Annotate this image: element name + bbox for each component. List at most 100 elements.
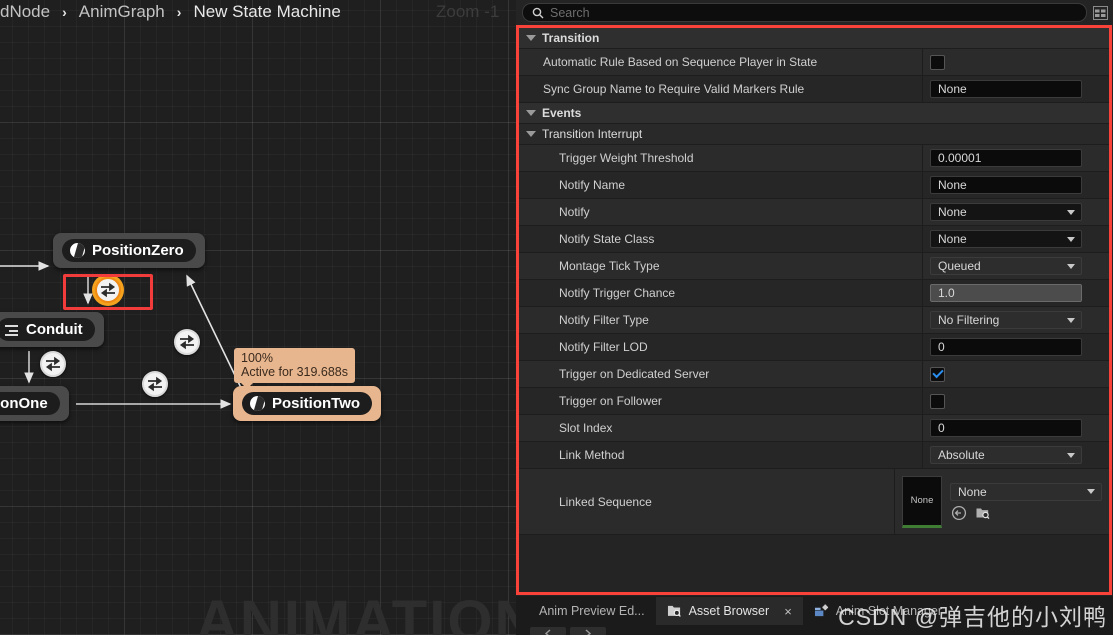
close-icon[interactable]: × xyxy=(784,604,792,619)
breadcrumb-item-1[interactable]: AnimGraph xyxy=(79,2,165,22)
property-label: Notify Trigger Chance xyxy=(519,280,923,306)
tooltip-status: Active for 319.688s xyxy=(241,365,349,379)
transition-icon[interactable] xyxy=(174,329,200,355)
breadcrumb-separator: › xyxy=(176,4,182,20)
tab-anim-preview-editor[interactable]: Anim Preview Ed... xyxy=(528,597,656,625)
property-row-link-method[interactable]: Link Method Absolute xyxy=(519,442,1110,469)
property-label: Automatic Rule Based on Sequence Player … xyxy=(519,49,923,75)
property-row-trigger-weight-threshold[interactable]: Trigger Weight Threshold 0.00001 xyxy=(519,145,1110,172)
breadcrumb-item-2[interactable]: New State Machine xyxy=(193,2,340,22)
breadcrumb-item-0[interactable]: dNode xyxy=(0,2,50,22)
search-input[interactable]: Search xyxy=(522,3,1087,22)
notify-filter-lod-field[interactable]: 0 xyxy=(930,338,1082,356)
state-node-position-two[interactable]: PositionTwo xyxy=(233,386,382,421)
property-label: Trigger on Dedicated Server xyxy=(519,361,923,387)
category-label: Transition Interrupt xyxy=(542,127,643,141)
notify-trigger-chance-field[interactable]: 1.0 xyxy=(930,284,1082,302)
property-row-notify-state-class[interactable]: Notify State Class None xyxy=(519,226,1110,253)
overlay-watermark: CSDN @弹吉他的小刘鸭 xyxy=(838,604,1107,630)
montage-tick-type-value: Queued xyxy=(938,259,981,273)
chevron-down-icon xyxy=(1067,263,1075,269)
details-panel: Search Transition Automatic Rule Based o xyxy=(516,0,1113,635)
transition-icon[interactable] xyxy=(40,351,66,377)
state-node-position-one[interactable]: tionOne xyxy=(0,386,69,421)
property-label: Notify Filter Type xyxy=(519,307,923,333)
transition-icon[interactable] xyxy=(142,371,168,397)
chevron-down-icon xyxy=(526,131,536,137)
notify-state-class-value: None xyxy=(938,232,967,246)
link-method-value: Absolute xyxy=(938,448,985,462)
tooltip-percent: 100% xyxy=(241,351,273,365)
property-row-notify[interactable]: Notify None xyxy=(519,199,1110,226)
trigger-on-dedicated-server-checkbox[interactable] xyxy=(930,366,945,382)
property-row-trigger-on-dedicated-server[interactable]: Trigger on Dedicated Server xyxy=(519,361,1110,388)
property-row-automatic-rule[interactable]: Automatic Rule Based on Sequence Player … xyxy=(519,49,1110,76)
use-selected-asset-icon[interactable] xyxy=(951,505,967,521)
category-label: Events xyxy=(542,106,582,120)
property-row-slot-index[interactable]: Slot Index 0 xyxy=(519,415,1110,442)
property-label: Slot Index xyxy=(519,415,923,441)
notify-filter-type-dropdown[interactable]: No Filtering xyxy=(930,311,1082,329)
state-node-label: PositionTwo xyxy=(272,395,361,412)
tab-asset-browser[interactable]: Asset Browser × xyxy=(655,597,803,625)
slot-index-field[interactable]: 0 xyxy=(930,419,1082,437)
chevron-right-icon xyxy=(585,629,592,635)
category-header-transition[interactable]: Transition xyxy=(519,28,1110,49)
property-label: Trigger Weight Threshold xyxy=(519,145,923,171)
notify-state-class-dropdown[interactable]: None xyxy=(930,230,1082,248)
chevron-down-icon xyxy=(1087,489,1095,494)
link-method-dropdown[interactable]: Absolute xyxy=(930,446,1082,464)
trigger-on-follower-checkbox[interactable] xyxy=(930,393,945,409)
category-header-events[interactable]: Events xyxy=(519,103,1110,124)
grid-settings-icon[interactable] xyxy=(1092,4,1109,21)
property-row-montage-tick-type[interactable]: Montage Tick Type Queued xyxy=(519,253,1110,280)
property-row-notify-trigger-chance[interactable]: Notify Trigger Chance 1.0 xyxy=(519,280,1110,307)
property-row-notify-filter-lod[interactable]: Notify Filter LOD 0 xyxy=(519,334,1110,361)
notify-name-field[interactable]: None xyxy=(930,176,1082,194)
chevron-left-icon xyxy=(544,629,551,635)
state-node-icon xyxy=(70,243,85,258)
notify-dropdown[interactable]: None xyxy=(930,203,1082,221)
nav-back-button[interactable] xyxy=(530,627,566,635)
property-label: Notify xyxy=(519,199,923,225)
graph-watermark: ANIMATION xyxy=(196,589,516,635)
chevron-down-icon xyxy=(1067,452,1075,458)
nav-forward-button[interactable] xyxy=(570,627,606,635)
anim-slot-manager-icon xyxy=(814,604,828,617)
property-label: Link Method xyxy=(519,442,923,468)
trigger-weight-threshold-field[interactable]: 0.00001 xyxy=(930,149,1082,167)
category-header-transition-interrupt[interactable]: Transition Interrupt xyxy=(519,124,1110,145)
chevron-down-icon xyxy=(1067,236,1075,242)
breadcrumb[interactable]: dNode › AnimGraph › New State Machine xyxy=(0,0,341,24)
property-label: Trigger on Follower xyxy=(519,388,923,414)
conduit-node[interactable]: Conduit xyxy=(0,312,104,347)
tab-label: Anim Preview Ed... xyxy=(539,604,645,618)
property-row-notify-name[interactable]: Notify Name None xyxy=(519,172,1110,199)
property-list[interactable]: Transition Automatic Rule Based on Seque… xyxy=(519,28,1110,592)
property-label: Linked Sequence xyxy=(519,469,895,534)
property-row-notify-filter-type[interactable]: Notify Filter Type No Filtering xyxy=(519,307,1110,334)
anim-state-machine-graph[interactable]: ANIMATION dNode › AnimGraph › New State … xyxy=(0,0,516,635)
zoom-level-label: Zoom -1 xyxy=(436,2,500,21)
selection-highlight-box xyxy=(63,274,153,310)
notify-filter-type-value: No Filtering xyxy=(938,313,1000,327)
browse-to-asset-icon[interactable] xyxy=(975,505,991,521)
property-row-linked-sequence[interactable]: Linked Sequence None None xyxy=(519,469,1110,535)
chevron-down-icon xyxy=(526,35,536,41)
property-row-sync-group-name[interactable]: Sync Group Name to Require Valid Markers… xyxy=(519,76,1110,103)
montage-tick-type-dropdown[interactable]: Queued xyxy=(930,257,1082,275)
tab-label: Asset Browser xyxy=(688,604,770,618)
search-placeholder: Search xyxy=(550,5,590,20)
property-label: Notify Name xyxy=(519,172,923,198)
sync-group-name-field[interactable]: None xyxy=(930,80,1082,98)
state-node-position-zero[interactable]: PositionZero xyxy=(53,233,205,268)
automatic-rule-checkbox[interactable] xyxy=(930,54,945,70)
property-label: Notify Filter LOD xyxy=(519,334,923,360)
linked-sequence-dropdown[interactable]: None xyxy=(950,482,1102,501)
conduit-icon xyxy=(5,324,19,336)
app-root: ANIMATION dNode › AnimGraph › New State … xyxy=(0,0,1113,635)
property-label: Montage Tick Type xyxy=(519,253,923,279)
linked-sequence-thumbnail[interactable]: None xyxy=(902,475,942,528)
property-row-trigger-on-follower[interactable]: Trigger on Follower xyxy=(519,388,1110,415)
state-activity-tooltip: 100% Active for 319.688s xyxy=(234,348,356,389)
